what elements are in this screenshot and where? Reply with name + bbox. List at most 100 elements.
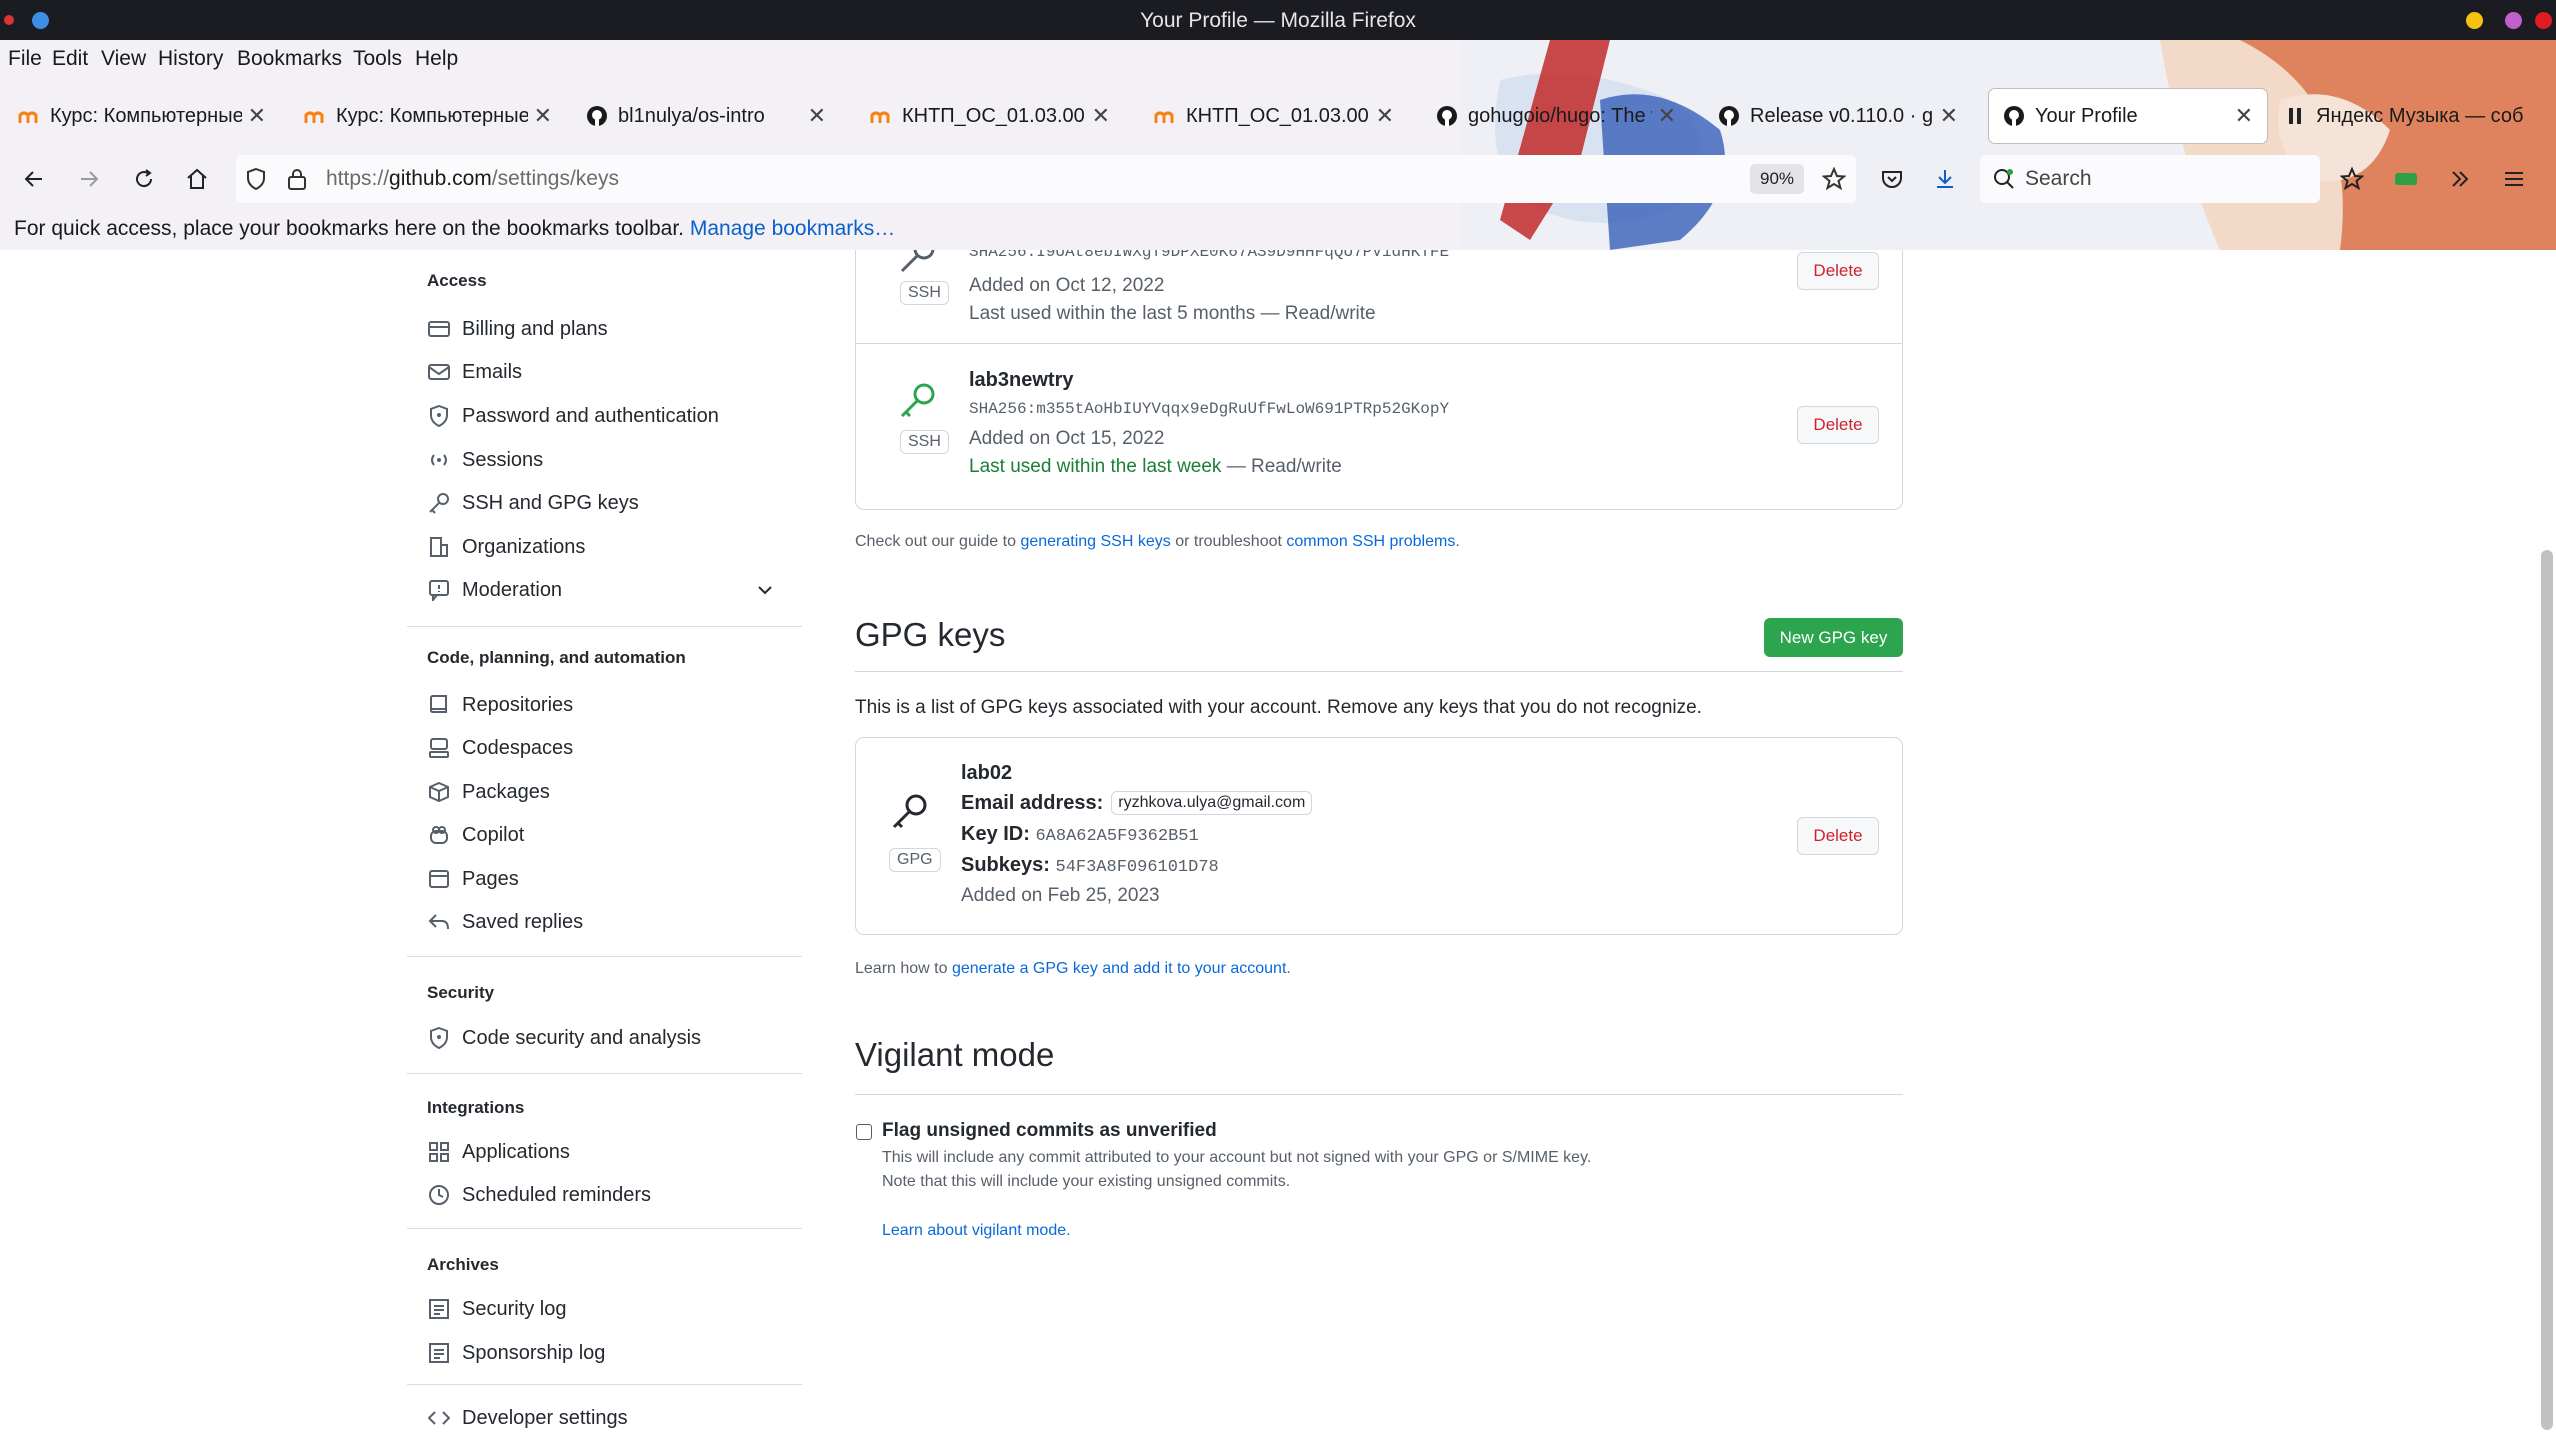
- manage-bookmarks-link[interactable]: Manage bookmarks…: [690, 217, 895, 240]
- tab-close-icon[interactable]: ✕: [808, 103, 826, 129]
- sidebar-item-packages[interactable]: Packages: [427, 774, 550, 810]
- menu-bookmarks[interactable]: Bookmarks: [237, 47, 342, 71]
- sidebar-item-repositories[interactable]: Repositories: [427, 687, 573, 723]
- tab-github-os-intro[interactable]: bl1nulya/os-intro ✕: [572, 88, 840, 144]
- delete-ssh-key-button[interactable]: Delete: [1797, 252, 1879, 290]
- extensions-star-button[interactable]: [2330, 157, 2374, 201]
- github-icon: [587, 106, 607, 126]
- lock-icon[interactable]: [286, 167, 308, 191]
- sidebar-item-ssh-gpg-keys[interactable]: SSH and GPG keys: [427, 485, 639, 521]
- menu-edit[interactable]: Edit: [52, 47, 88, 71]
- key-icon: [427, 491, 451, 515]
- home-button[interactable]: [175, 157, 219, 201]
- sidebar-item-codespaces[interactable]: Codespaces: [427, 730, 573, 766]
- sidebar-item-password[interactable]: Password and authentication: [427, 398, 719, 434]
- tab-moodle-1[interactable]: Курс: Компьютерные ✕: [4, 88, 280, 144]
- tab-close-icon[interactable]: ✕: [1940, 103, 1958, 129]
- sidebar-item-developer-settings[interactable]: Developer settings: [427, 1400, 628, 1436]
- menu-help[interactable]: Help: [415, 47, 458, 71]
- tab-your-profile[interactable]: Your Profile ✕: [1988, 88, 2268, 144]
- sidebar-item-moderation[interactable]: Moderation: [427, 572, 777, 608]
- key-type-badge: GPG: [889, 848, 941, 872]
- menu-history[interactable]: History: [158, 47, 223, 71]
- section-divider: [855, 671, 1903, 672]
- zoom-indicator[interactable]: 90%: [1750, 164, 1804, 194]
- tab-close-icon[interactable]: ✕: [1092, 103, 1110, 129]
- chevron-down-icon[interactable]: [757, 582, 773, 598]
- sidebar-item-pages[interactable]: Pages: [427, 861, 519, 897]
- section-divider: [855, 1094, 1903, 1095]
- overflow-button[interactable]: [2438, 157, 2482, 201]
- sidebar-item-security-log[interactable]: Security log: [427, 1291, 567, 1327]
- delete-gpg-key-button[interactable]: Delete: [1797, 817, 1879, 855]
- page-scrollbar[interactable]: [2541, 550, 2553, 1430]
- minimize-button[interactable]: [2466, 12, 2483, 29]
- generate-gpg-key-link[interactable]: generate a GPG key and add it to your ac…: [952, 960, 1286, 977]
- reload-button[interactable]: [122, 157, 166, 201]
- extension-button[interactable]: [2384, 157, 2428, 201]
- delete-ssh-key-button[interactable]: Delete: [1797, 406, 1879, 444]
- close-window-button[interactable]: [2535, 12, 2552, 29]
- reply-icon: [427, 910, 451, 934]
- tab-close-icon[interactable]: ✕: [1376, 103, 1394, 129]
- star-icon[interactable]: [1822, 167, 1846, 191]
- key-last-used: Last used within the last 5 months — Rea…: [969, 303, 1376, 324]
- back-button[interactable]: [12, 157, 56, 201]
- pocket-button[interactable]: [1870, 157, 1914, 201]
- sidebar-item-sponsorship-log[interactable]: Sponsorship log: [427, 1335, 605, 1371]
- tab-release[interactable]: Release v0.110.0 · goh ✕: [1704, 88, 1972, 144]
- moodle-icon: [870, 111, 890, 123]
- sidebar-item-emails[interactable]: Emails: [427, 354, 522, 390]
- clock-icon: [427, 1183, 451, 1207]
- menu-view[interactable]: View: [101, 47, 146, 71]
- shield-lock-icon: [427, 404, 451, 428]
- codespaces-icon: [427, 736, 451, 760]
- menu-file[interactable]: File: [8, 47, 42, 71]
- vigilant-checkbox[interactable]: [856, 1124, 872, 1140]
- sidebar-item-code-security[interactable]: Code security and analysis: [427, 1020, 701, 1056]
- shield-icon[interactable]: [244, 167, 268, 191]
- vigilant-checkbox-label[interactable]: Flag unsigned commits as unverified: [882, 1120, 1217, 1142]
- generating-ssh-keys-link[interactable]: generating SSH keys: [1020, 533, 1170, 550]
- tab-moodle-2[interactable]: Курс: Компьютерные ✕: [290, 88, 566, 144]
- sidebar-item-scheduled-reminders[interactable]: Scheduled reminders: [427, 1177, 651, 1213]
- sidebar-item-applications[interactable]: Applications: [427, 1134, 570, 1170]
- bookmarks-toolbar: For quick access, place your bookmarks h…: [14, 217, 896, 240]
- sidebar-item-saved-replies[interactable]: Saved replies: [427, 904, 583, 940]
- sidebar-divider: [407, 1384, 802, 1385]
- learn-vigilant-mode-link[interactable]: Learn about vigilant mode.: [882, 1222, 1071, 1240]
- tab-hugo[interactable]: gohugoio/hugo: The w ✕: [1422, 88, 1690, 144]
- key-type-badge: SSH: [900, 281, 949, 305]
- tab-kntp-1[interactable]: КНТП_ОС_01.03.00: Ла ✕: [856, 88, 1124, 144]
- tab-close-icon[interactable]: ✕: [248, 103, 266, 129]
- sidebar-heading-archives: Archives: [427, 1255, 499, 1274]
- sidebar-item-billing[interactable]: Billing and plans: [427, 311, 608, 347]
- ssh-keys-list: SSH SHA256:I9UAt8ebIWXgT9DPXE0K67AS9D9HH…: [855, 250, 1903, 510]
- download-icon: [1937, 170, 1953, 188]
- tab-close-icon[interactable]: ✕: [1658, 103, 1676, 129]
- sidebar-heading-security: Security: [427, 983, 495, 1002]
- new-gpg-key-button[interactable]: New GPG key: [1764, 618, 1903, 657]
- downloads-button[interactable]: [1923, 157, 1967, 201]
- maximize-button[interactable]: [2505, 12, 2522, 29]
- app-menu-button[interactable]: [2492, 157, 2536, 201]
- key-fingerprint: SHA256:I9UAt8ebIWXgT9DPXE0K67AS9D9HHFqQU…: [969, 250, 1450, 261]
- sidebar-heading-access: Access: [427, 271, 487, 290]
- tab-close-icon[interactable]: ✕: [2235, 103, 2253, 129]
- tab-kntp-2[interactable]: КНТП_ОС_01.03.00: Те ✕: [1140, 88, 1408, 144]
- gpg-key-id-row: Key ID: 6A8A62A5F9362B51: [961, 823, 1199, 846]
- address-bar[interactable]: https://github.com/settings/keys 90%: [236, 155, 1856, 203]
- sidebar-item-sessions[interactable]: Sessions: [427, 442, 543, 478]
- repo-icon: [427, 693, 451, 717]
- common-ssh-problems-link[interactable]: common SSH problems: [1286, 533, 1455, 550]
- menu-tools[interactable]: Tools: [353, 47, 402, 71]
- forward-button[interactable]: [67, 157, 111, 201]
- url-text[interactable]: https://github.com/settings/keys: [326, 167, 619, 191]
- key-fingerprint: SHA256:m355tAoHbIUYVqqx9eDgRuUfFwLoW691P…: [969, 400, 1450, 418]
- tab-yandex-music[interactable]: Яндекс Музыка — соб: [2270, 88, 2556, 144]
- tab-close-icon[interactable]: ✕: [534, 103, 552, 129]
- sidebar-item-copilot[interactable]: Copilot: [427, 817, 524, 853]
- sidebar-item-organizations[interactable]: Organizations: [427, 529, 585, 565]
- search-box[interactable]: Search: [1980, 155, 2320, 203]
- vigilant-description-1: This will include any commit attributed …: [882, 1149, 1592, 1166]
